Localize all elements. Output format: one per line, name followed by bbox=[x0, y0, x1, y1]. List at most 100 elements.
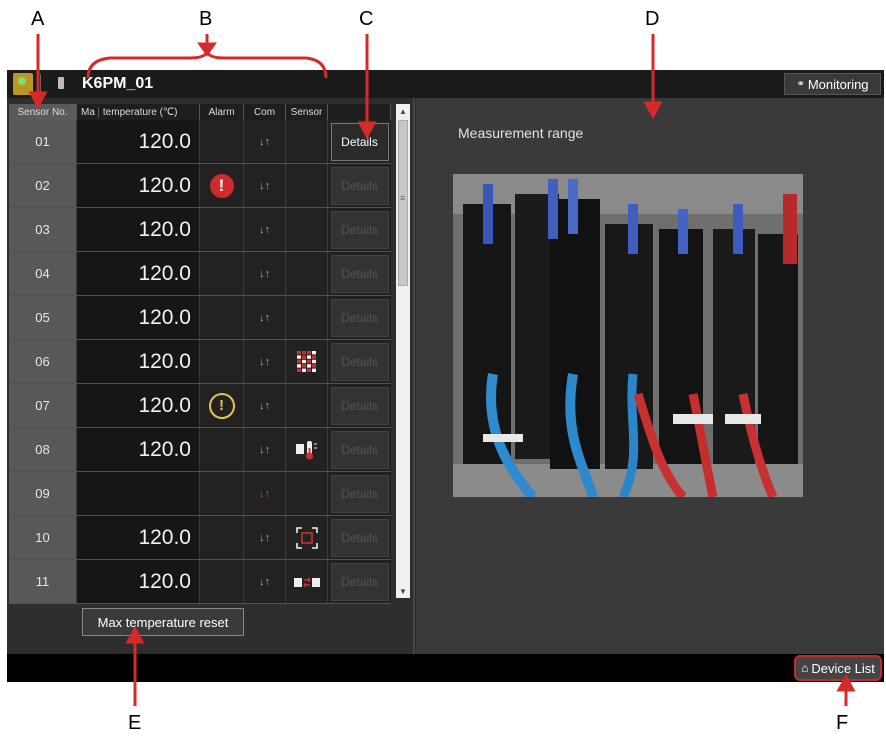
alarm-cell bbox=[200, 428, 244, 471]
table-row: 02 120.0! ↓↑ Details bbox=[9, 164, 391, 208]
header-max-temperature: Ma temperature (℃) bbox=[77, 104, 200, 120]
details-button[interactable]: Details bbox=[330, 122, 389, 161]
details-button: Details bbox=[330, 386, 389, 425]
table-row: 03 120.0 ↓↑ Details bbox=[9, 208, 391, 252]
sensor-number: 10 bbox=[9, 516, 77, 559]
bottom-bar: ⌂ Device List bbox=[7, 654, 884, 682]
sensor-number: 03 bbox=[9, 208, 77, 251]
sensor-number: 09 bbox=[9, 472, 77, 515]
communication-ok-icon: ↓↑ bbox=[244, 340, 286, 383]
measurement-range-label: Measurement range bbox=[458, 125, 584, 141]
temperature-error-icon bbox=[295, 440, 318, 460]
details-button: Details bbox=[330, 342, 389, 381]
callout-label-e: E bbox=[128, 712, 142, 734]
communication-ok-icon: ↓↑ bbox=[244, 560, 286, 603]
alarm-cell bbox=[200, 120, 244, 163]
table-row: 11 120.0 ↓↑ Details bbox=[9, 560, 391, 604]
max-temperature-value: 120.0 bbox=[77, 296, 200, 339]
details-cell: Details bbox=[328, 164, 391, 207]
max-temperature-value: 120.0 bbox=[77, 428, 200, 471]
alarm-cell bbox=[200, 252, 244, 295]
alarm-cell bbox=[200, 472, 244, 515]
max-temperature-value: 120.0 bbox=[77, 164, 200, 207]
sensor-number: 06 bbox=[9, 340, 77, 383]
table-scrollbar[interactable]: ▲ ≡ ▼ bbox=[396, 104, 410, 598]
sensor-status-cell bbox=[286, 384, 328, 427]
measurement-panel: Measurement range bbox=[416, 98, 884, 654]
focus-error-icon bbox=[295, 526, 318, 549]
communication-ok-icon: ↓↑ bbox=[244, 516, 286, 559]
details-cell: Details bbox=[328, 560, 391, 603]
details-cell: Details bbox=[328, 428, 391, 471]
table-row: 07 120.0! ↓↑ Details bbox=[9, 384, 391, 428]
sensor-status-cell bbox=[286, 208, 328, 251]
sensor-status-cell bbox=[286, 164, 328, 207]
max-temperature-value: 120.0 bbox=[77, 208, 200, 251]
max-temperature-value: 120.0 bbox=[77, 560, 200, 603]
grid-error-icon bbox=[296, 350, 317, 373]
callout-label-f: F bbox=[836, 712, 849, 734]
callout-label-a: A bbox=[31, 8, 45, 30]
alarm-cell bbox=[200, 516, 244, 559]
sensor-number: 05 bbox=[9, 296, 77, 339]
sensor-status-cell bbox=[286, 560, 328, 603]
callout-label-d: D bbox=[645, 8, 660, 30]
header-details bbox=[328, 104, 391, 120]
sensor-table-body: 01 120.0 ↓↑ Details 02 120.0! ↓↑ Details 03 120.0… bbox=[9, 120, 391, 604]
title-bar: K6PM_01 ⚭ Monitoring bbox=[7, 70, 884, 98]
sensor-status-cell bbox=[286, 428, 328, 471]
sensor-number: 04 bbox=[9, 252, 77, 295]
details-cell: Details bbox=[328, 384, 391, 427]
communication-ok-icon: ↓↑ bbox=[244, 164, 286, 207]
alarm-cell: ! bbox=[200, 384, 244, 427]
header-temp-text: temperature (℃) bbox=[102, 106, 178, 118]
device-name: K6PM_01 bbox=[82, 75, 154, 92]
monitoring-button[interactable]: ⚭ Monitoring bbox=[784, 73, 881, 95]
max-temperature-value: 120.0 bbox=[77, 516, 200, 559]
communication-ok-icon: ↓↑ bbox=[244, 296, 286, 339]
details-cell: Details bbox=[328, 120, 391, 163]
table-row: 04 120.0 ↓↑ Details bbox=[9, 252, 391, 296]
sensor-number: 08 bbox=[9, 428, 77, 471]
table-row: 08 120.0 ↓↑ Details bbox=[9, 428, 391, 472]
table-row: 01 120.0 ↓↑ Details bbox=[9, 120, 391, 164]
scroll-thumb[interactable]: ≡ bbox=[398, 120, 408, 286]
device-list-button[interactable]: ⌂ Device List bbox=[794, 655, 882, 681]
scroll-down-arrow-icon[interactable]: ▼ bbox=[396, 584, 410, 598]
max-temperature-value: 120.0 bbox=[77, 340, 200, 383]
status-light-icon bbox=[13, 73, 33, 95]
table-row: 05 120.0 ↓↑ Details bbox=[9, 296, 391, 340]
details-button: Details bbox=[330, 518, 389, 557]
alarm-cell: ! bbox=[200, 164, 244, 207]
header-max-temp-prefix: Ma bbox=[81, 106, 99, 118]
communication-ok-icon: ↓↑ bbox=[244, 208, 286, 251]
details-cell: Details bbox=[328, 472, 391, 515]
communication-ok-icon: ↓↑ bbox=[244, 384, 286, 427]
details-cell: Details bbox=[328, 252, 391, 295]
header-alarm: Alarm bbox=[200, 104, 244, 120]
measurement-range-image bbox=[453, 174, 803, 497]
sensor-status-cell bbox=[286, 296, 328, 339]
sensor-status-cell bbox=[286, 252, 328, 295]
details-button: Details bbox=[330, 254, 389, 293]
alarm-cell bbox=[200, 296, 244, 339]
alarm-cell bbox=[200, 208, 244, 251]
callout-label-b: B bbox=[199, 8, 213, 30]
scroll-grip-icon: ≡ bbox=[400, 193, 406, 203]
max-temperature-reset-button[interactable]: Max temperature reset bbox=[82, 608, 244, 636]
table-row: 06 120.0 ↓↑ Details bbox=[9, 340, 391, 384]
table-row: 09 ↓↑ Details bbox=[9, 472, 391, 516]
monitoring-label: Monitoring bbox=[807, 76, 869, 92]
alarm-cell bbox=[200, 560, 244, 603]
titlebar-divider bbox=[40, 74, 41, 94]
sensor-status-cell bbox=[286, 120, 328, 163]
details-cell: Details bbox=[328, 516, 391, 559]
communication-ok-icon: ↓↑ bbox=[244, 252, 286, 295]
communication-ok-icon: ↓↑ bbox=[244, 120, 286, 163]
sensor-number: 11 bbox=[9, 560, 77, 603]
home-icon: ⌂ bbox=[801, 661, 809, 675]
scroll-up-arrow-icon[interactable]: ▲ bbox=[396, 104, 410, 118]
panel-photo-illustration bbox=[453, 174, 803, 497]
sensor-table: Sensor No. Ma temperature (℃) Alarm Com … bbox=[9, 104, 391, 604]
max-temperature-value: 120.0 bbox=[77, 120, 200, 163]
